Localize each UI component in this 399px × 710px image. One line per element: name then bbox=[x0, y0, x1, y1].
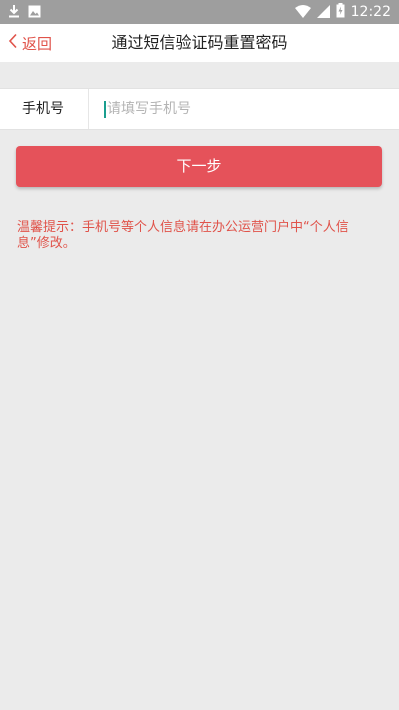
phone-input[interactable] bbox=[104, 95, 387, 123]
phone-row: 手机号 bbox=[0, 88, 399, 130]
tip-text: 温馨提示：手机号等个人信息请在办公运营门户中“个人信息”修改。 bbox=[17, 220, 349, 251]
chevron-left-icon bbox=[8, 33, 18, 53]
page-title: 通过短信验证码重置密码 bbox=[111, 33, 288, 52]
signal-icon bbox=[316, 3, 330, 22]
battery-icon bbox=[336, 2, 345, 22]
status-bar: 12:22 bbox=[0, 0, 399, 24]
download-icon bbox=[8, 3, 20, 22]
back-label: 返回 bbox=[22, 34, 53, 53]
image-icon bbox=[28, 3, 41, 22]
status-time: 12:22 bbox=[350, 4, 391, 20]
status-left-icons bbox=[8, 3, 41, 21]
wifi-icon bbox=[294, 3, 311, 22]
nav-bar: 通过短信验证码重置密码 返回 bbox=[0, 24, 399, 62]
next-button[interactable]: 下一步 bbox=[16, 146, 382, 187]
divider bbox=[88, 89, 89, 129]
back-button[interactable]: 返回 bbox=[8, 30, 52, 56]
status-right-icons: 12:22 bbox=[294, 2, 391, 22]
text-cursor bbox=[104, 101, 106, 118]
phone-label: 手机号 bbox=[22, 101, 64, 117]
